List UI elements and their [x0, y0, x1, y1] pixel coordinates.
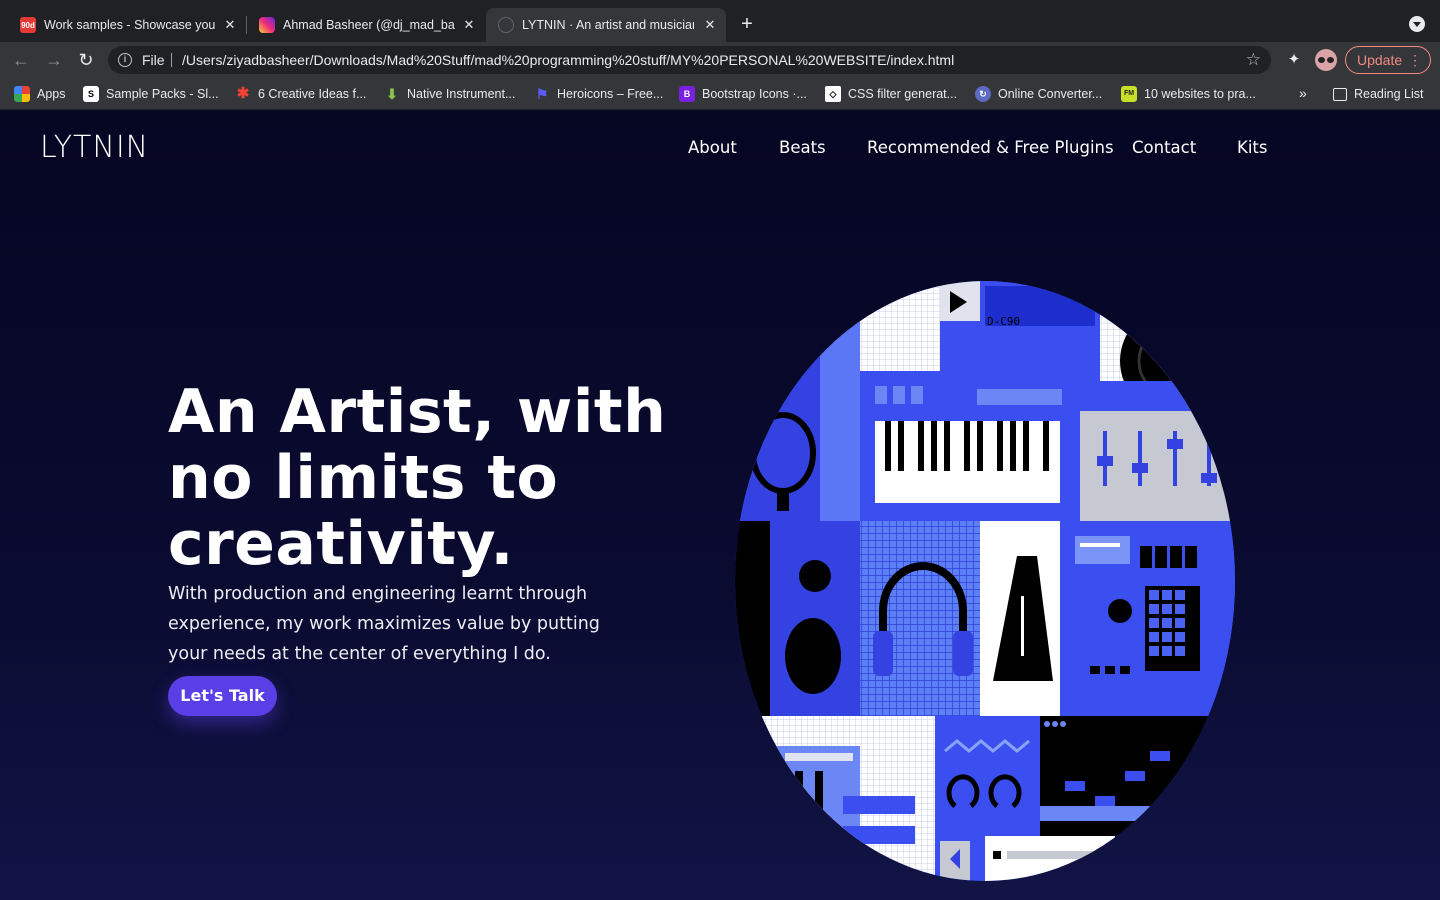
download-arrow-icon: ⬇ [386, 86, 398, 102]
website-viewport: LYTNIN About Beats Recommended & Free Pl… [0, 111, 1440, 900]
reading-list-button[interactable]: Reading List [1333, 85, 1424, 103]
back-arrow-icon[interactable]: ← [11, 50, 31, 70]
tab-title: Work samples - Showcase your [44, 18, 216, 32]
bookmark-label: 10 websites to pra... [1144, 87, 1256, 101]
bookmark-online-converter[interactable]: ↻ Online Converter... [975, 85, 1102, 103]
file-scheme-label: File [142, 52, 165, 68]
nav-beats[interactable]: Beats [779, 138, 826, 157]
converter-icon: ↻ [975, 86, 991, 102]
splice-icon: S [83, 86, 99, 102]
tab-work-samples[interactable]: 90d Work samples - Showcase your ✕ [8, 8, 246, 42]
bookmark-creative-ideas[interactable]: ✱ 6 Creative Ideas f... [235, 85, 367, 103]
address-bar[interactable]: i File /Users/ziyadbasheer/Downloads/Mad… [108, 46, 1271, 74]
address-divider [171, 53, 172, 67]
bootstrap-icon: B [679, 86, 695, 102]
nav-kits[interactable]: Kits [1237, 138, 1267, 157]
tab-search-button[interactable] [1409, 16, 1425, 32]
info-icon[interactable]: i [118, 53, 132, 67]
cassette-label: D-C90 [987, 315, 1020, 328]
bookmark-heroicons[interactable]: ⚑ Heroicons – Free... [534, 85, 664, 103]
bookmark-sample-packs[interactable]: S Sample Packs - Sl... [83, 85, 219, 103]
reading-list-label: Reading List [1354, 87, 1424, 101]
update-label: Update [1357, 52, 1403, 68]
tab-title: LYTNIN · An artist and musician [522, 18, 694, 32]
bookmark-label: Apps [37, 87, 66, 101]
more-bookmarks-chevron-icon[interactable]: » [1299, 85, 1307, 101]
hero-title: An Artist, with no limits to creativity. [168, 377, 667, 579]
browser-toolbar: ← → ↻ i File /Users/ziyadbasheer/Downloa… [0, 42, 1440, 78]
asterisk-icon: ✱ [236, 85, 250, 102]
kebab-menu-icon[interactable]: ⋮ [1408, 47, 1422, 73]
url-text[interactable]: /Users/ziyadbasheer/Downloads/Mad%20Stuf… [182, 52, 954, 68]
close-icon[interactable]: ✕ [222, 17, 238, 33]
apps-grid-icon [14, 86, 30, 102]
lets-talk-button[interactable]: Let's Talk [168, 676, 277, 716]
codepen-icon: ◇ [825, 86, 841, 102]
extensions-puzzle-icon[interactable]: ✦ [1285, 51, 1303, 69]
close-icon[interactable]: ✕ [461, 17, 477, 33]
instagram-icon [259, 17, 275, 33]
illustration-svg: D-C90 [735, 281, 1235, 881]
bookmark-star-icon[interactable]: ☆ [1246, 50, 1261, 70]
reading-list-icon [1333, 87, 1347, 101]
flag-icon: ⚑ [535, 86, 549, 102]
music-gear-illustration: D-C90 [735, 281, 1235, 881]
bookmark-label: Online Converter... [998, 87, 1103, 101]
bookmark-label: CSS filter generat... [848, 87, 958, 101]
nav-about[interactable]: About [688, 138, 737, 157]
bookmark-label: Bootstrap Icons ·... [702, 87, 807, 101]
nav-plugins[interactable]: Recommended & Free Plugins [867, 138, 1114, 157]
new-tab-button[interactable]: + [737, 14, 757, 34]
bookmark-10-websites[interactable]: FM 10 websites to pra... [1121, 85, 1256, 103]
browser-tab-strip: 90d Work samples - Showcase your ✕ Ahmad… [0, 0, 1440, 42]
hero-subtitle: With production and engineering learnt t… [168, 584, 600, 664]
tab-title: Ahmad Basheer (@dj_mad_bas [283, 18, 455, 32]
close-icon[interactable]: ✕ [702, 17, 718, 33]
tab-lytnin-active[interactable]: LYTNIN · An artist and musician ✕ [486, 8, 726, 42]
tab-instagram[interactable]: Ahmad Basheer (@dj_mad_bas ✕ [247, 8, 485, 42]
work-samples-favicon-icon: 90d [20, 17, 36, 33]
profile-avatar[interactable] [1315, 49, 1337, 71]
bookmark-apps[interactable]: Apps [14, 85, 66, 103]
bookmarks-bar: Apps S Sample Packs - Sl... ✱ 6 Creative… [0, 78, 1440, 110]
bookmark-label: 6 Creative Ideas f... [258, 87, 367, 101]
bookmark-label: Sample Packs - Sl... [106, 87, 219, 101]
page-globe-icon [498, 17, 514, 33]
bookmark-bootstrap-icons[interactable]: B Bootstrap Icons ·... [679, 85, 807, 103]
bookmark-label: Native Instrument... [407, 87, 516, 101]
forward-arrow-icon[interactable]: → [44, 50, 64, 70]
site-logo[interactable]: LYTNIN [40, 130, 149, 165]
frontend-icon: FM [1121, 86, 1137, 102]
bookmark-css-filter[interactable]: ◇ CSS filter generat... [825, 85, 957, 103]
update-button[interactable]: Update ⋮ [1345, 46, 1431, 74]
nav-contact[interactable]: Contact [1132, 138, 1196, 157]
reload-icon[interactable]: ↻ [76, 50, 96, 70]
bookmark-native-instruments[interactable]: ⬇ Native Instrument... [384, 85, 515, 103]
bookmark-label: Heroicons – Free... [557, 87, 664, 101]
